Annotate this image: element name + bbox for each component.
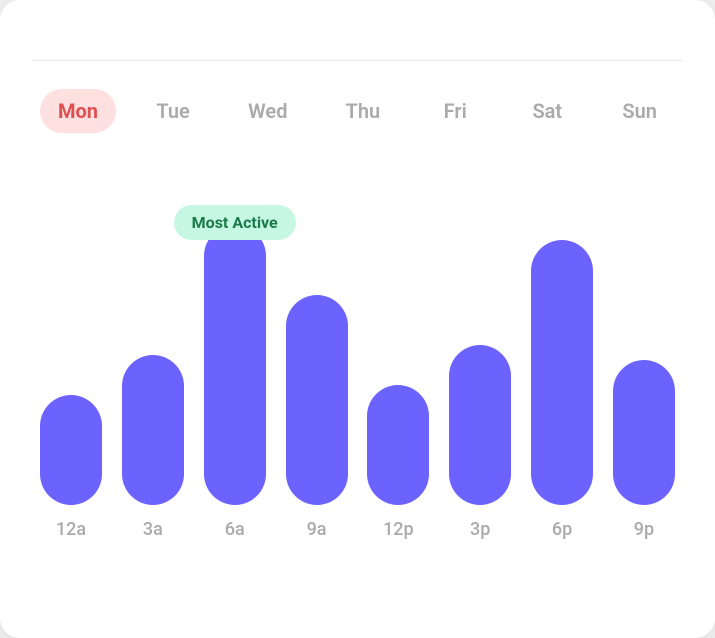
- bar-wrapper-6p: [531, 240, 593, 505]
- day-tab-mon[interactable]: Mon: [40, 89, 116, 133]
- x-labels: 12a 3a 6a 9a 12p 3p 6p 9p: [32, 505, 683, 540]
- x-label-3a: 3a: [122, 519, 184, 540]
- day-tabs: Mon Tue Wed Thu Fri Sat Sun: [32, 89, 683, 133]
- bar-12a: [40, 395, 102, 505]
- bar-wrapper-3p: [449, 345, 511, 505]
- x-label-12a: 12a: [40, 519, 102, 540]
- day-tab-fri[interactable]: Fri: [420, 89, 490, 133]
- most-active-label: Most Active: [174, 205, 296, 240]
- bar-3p: [449, 345, 511, 505]
- bar-6a: [204, 225, 266, 505]
- chart-area: Most Active 12a 3a 6a 9a 12p 3p 6p 9p: [32, 165, 683, 606]
- bar-6p: [531, 240, 593, 505]
- x-label-9a: 9a: [286, 519, 348, 540]
- bar-wrapper-3a: [122, 355, 184, 505]
- day-tab-tue[interactable]: Tue: [138, 89, 208, 133]
- x-label-3p: 3p: [449, 519, 511, 540]
- x-label-6a: 6a: [204, 519, 266, 540]
- bar-wrapper-9p: [613, 360, 675, 505]
- x-label-6p: 6p: [531, 519, 593, 540]
- day-tab-sun[interactable]: Sun: [604, 89, 675, 133]
- bar-wrapper-12p: [367, 385, 429, 505]
- bar-3a: [122, 355, 184, 505]
- bar-9a: [286, 295, 348, 505]
- bar-12p: [367, 385, 429, 505]
- day-tab-sat[interactable]: Sat: [512, 89, 582, 133]
- best-time-card: Mon Tue Wed Thu Fri Sat Sun Most Active 12a 3a 6…: [0, 0, 715, 638]
- bars-container: Most Active: [32, 165, 683, 505]
- bar-wrapper-12a: [40, 395, 102, 505]
- x-label-12p: 12p: [367, 519, 429, 540]
- x-label-9p: 9p: [613, 519, 675, 540]
- bar-wrapper-6a: Most Active: [204, 225, 266, 505]
- divider: [32, 60, 683, 61]
- day-tab-wed[interactable]: Wed: [230, 89, 305, 133]
- bar-9p: [613, 360, 675, 505]
- day-tab-thu[interactable]: Thu: [328, 89, 399, 133]
- bar-wrapper-9a: [286, 295, 348, 505]
